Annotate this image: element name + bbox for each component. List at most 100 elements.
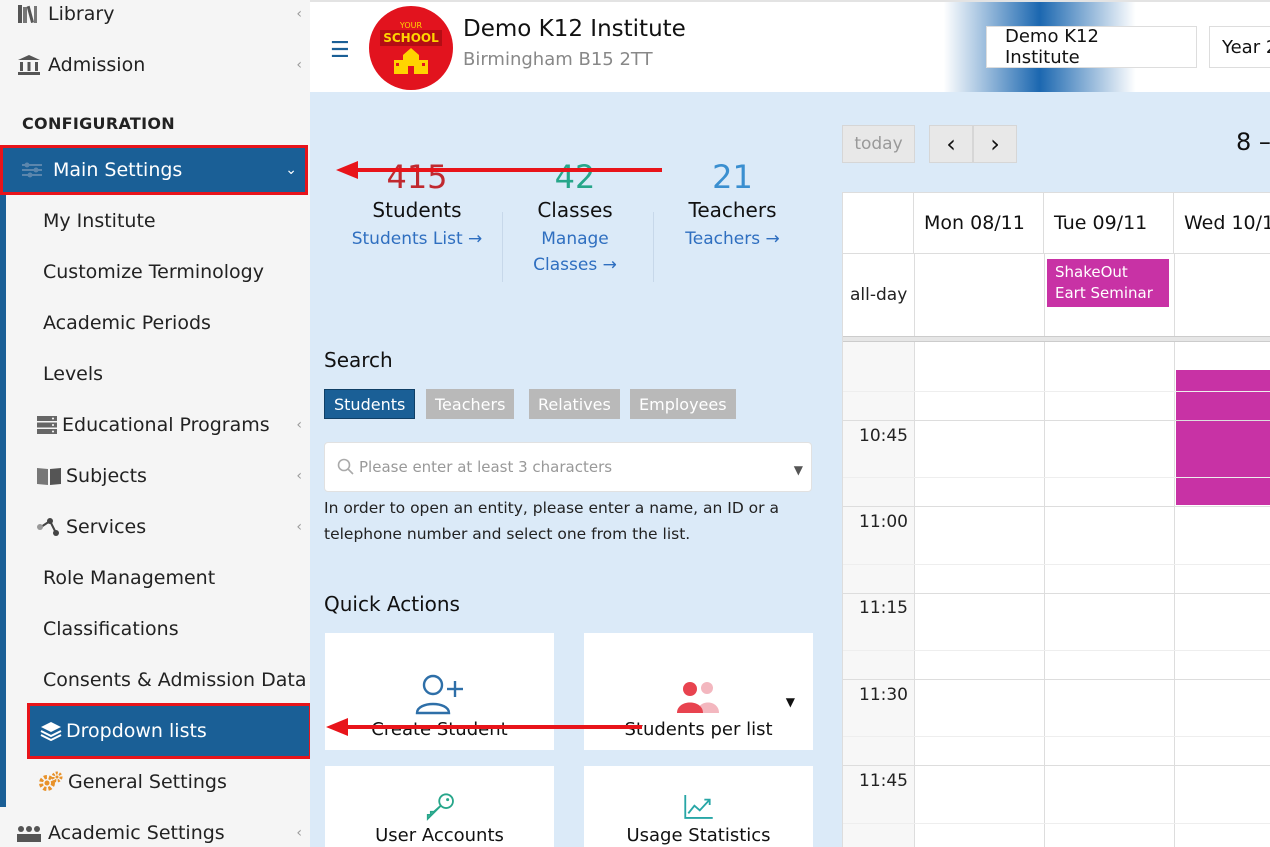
- chart-line-icon: [683, 795, 713, 819]
- library-icon: [14, 3, 44, 25]
- sidebar-item-services[interactable]: Services ‹: [0, 505, 310, 549]
- filter-teachers-button[interactable]: Teachers: [426, 389, 515, 419]
- filter-employees-button[interactable]: Employees: [630, 389, 736, 419]
- year-selector-button[interactable]: Year 2: [1209, 26, 1270, 68]
- caret-down-icon[interactable]: ▼: [786, 695, 795, 709]
- grid-line: [843, 593, 1270, 594]
- sidebar-item-library[interactable]: Library ‹: [0, 0, 310, 36]
- grid-line: [843, 420, 1270, 421]
- filter-relatives-button[interactable]: Relatives: [529, 389, 620, 419]
- stat-number: 21: [712, 158, 753, 196]
- time-label: 11:30: [859, 685, 908, 705]
- chevron-left-icon: ‹: [296, 6, 302, 22]
- create-student-card[interactable]: Create Student: [325, 633, 554, 750]
- stat-classes: 42 Classes Manage Classes →: [510, 158, 640, 278]
- caret-down-icon[interactable]: ▼: [794, 463, 803, 477]
- grid-line: [1174, 253, 1175, 847]
- sidebar-item-classifications[interactable]: Classifications: [0, 607, 310, 651]
- server-icon: [36, 415, 60, 435]
- chevron-left-icon: ‹: [296, 57, 302, 73]
- time-label: 11:00: [859, 512, 908, 532]
- sidebar-item-customize-terminology[interactable]: Customize Terminology: [0, 250, 310, 294]
- sidebar-item-academic-settings[interactable]: Academic Settings ‹: [0, 811, 310, 847]
- stat-label: Teachers: [688, 198, 777, 222]
- sidebar-item-label: Subjects: [66, 465, 147, 487]
- sidebar-item-label: Classifications: [43, 618, 179, 640]
- calendar-day-header[interactable]: Wed 10/1: [1174, 193, 1270, 253]
- calendar-corner: [843, 193, 914, 253]
- chevron-down-icon: ⌄: [285, 162, 297, 178]
- sidebar-item-label: My Institute: [43, 210, 156, 232]
- quick-actions-title: Quick Actions: [324, 592, 460, 616]
- sidebar-item-label: Main Settings: [53, 159, 183, 181]
- sidebar-item-label: Academic Settings: [48, 822, 225, 844]
- annotation-arrow-head: [326, 718, 348, 736]
- users-icon: [676, 682, 719, 713]
- logo-text: YOUR: [399, 20, 423, 30]
- calendar-grid: Mon 08/11 Tue 09/11 Wed 10/1 all-day Sha…: [842, 192, 1270, 847]
- layers-icon: [40, 721, 64, 741]
- calendar-next-button[interactable]: ›: [973, 125, 1017, 163]
- users-icon: [14, 823, 44, 843]
- logo-text: SCHOOL: [380, 29, 442, 46]
- search-placeholder: Please enter at least 3 characters: [359, 458, 613, 476]
- network-icon: [36, 517, 64, 537]
- search-input[interactable]: Please enter at least 3 characters ▼: [324, 442, 812, 492]
- sidebar-item-academic-periods[interactable]: Academic Periods: [0, 301, 310, 345]
- hamburger-menu-icon[interactable]: ☰: [330, 38, 350, 63]
- calendar-prev-button[interactable]: ‹: [929, 125, 973, 163]
- teachers-link[interactable]: Teachers →: [660, 226, 805, 252]
- grid-line: [843, 477, 1270, 478]
- usage-statistics-card[interactable]: Usage Statistics: [584, 766, 813, 847]
- manage-classes-link[interactable]: Manage Classes →: [510, 226, 640, 278]
- dashboard-main: 415 Students Students List → 42 Classes …: [310, 92, 1270, 847]
- annotation-arrow: [346, 725, 642, 729]
- stat-teachers: 21 Teachers Teachers →: [660, 158, 805, 252]
- calendar-event[interactable]: ShakeOut Eart Seminar: [1047, 259, 1169, 307]
- stat-number: 415: [386, 158, 448, 196]
- sidebar-item-label: Customize Terminology: [43, 261, 264, 283]
- school-logo: YOUR SCHOOL: [369, 6, 453, 90]
- calendar-today-button[interactable]: today: [842, 125, 915, 163]
- students-list-link[interactable]: Students List →: [342, 226, 492, 252]
- time-label: 11:45: [859, 771, 908, 791]
- sidebar-item-label: Academic Periods: [43, 312, 211, 334]
- sidebar-item-levels[interactable]: Levels: [0, 352, 310, 396]
- institute-selector-button[interactable]: Demo K12 Institute: [986, 26, 1197, 68]
- time-label: 10:45: [859, 426, 908, 446]
- sidebar-item-consents[interactable]: Consents & Admission Data: [0, 658, 310, 702]
- user-accounts-card[interactable]: User Accounts: [325, 766, 554, 847]
- institute-address: Birmingham B15 2TT: [463, 49, 653, 70]
- chevron-left-icon: ‹: [296, 417, 302, 433]
- search-icon: [337, 458, 354, 475]
- calendar-day-header[interactable]: Tue 09/11: [1044, 193, 1174, 253]
- students-per-list-card[interactable]: Students per list ▼: [584, 633, 813, 750]
- sidebar-item-my-institute[interactable]: My Institute: [0, 199, 310, 243]
- stat-students: 415 Students Students List →: [342, 158, 492, 252]
- card-label: Usage Statistics: [626, 825, 771, 846]
- calendar-day-header[interactable]: Mon 08/11: [914, 193, 1044, 253]
- sidebar-item-admission[interactable]: Admission ‹: [0, 43, 310, 87]
- sidebar-item-dropdown-lists[interactable]: Dropdown lists: [27, 703, 310, 759]
- card-label: Students per list: [624, 719, 773, 740]
- grid-line: [843, 253, 1270, 254]
- grid-line: [843, 564, 1270, 565]
- grid-line: [843, 650, 1270, 651]
- chevron-left-icon: ‹: [296, 468, 302, 484]
- configuration-header: CONFIGURATION: [22, 114, 175, 133]
- sidebar-item-general-settings[interactable]: General Settings: [0, 760, 310, 804]
- sidebar-item-main-settings[interactable]: Main Settings ⌄: [0, 145, 308, 195]
- sidebar-item-role-management[interactable]: Role Management: [0, 556, 310, 600]
- chevron-left-icon: ‹: [296, 519, 302, 535]
- divider: [502, 212, 503, 282]
- sidebar-item-educational-programs[interactable]: Educational Programs ‹: [0, 403, 310, 447]
- add-user-icon: [415, 674, 463, 715]
- time-label: 11:15: [859, 598, 908, 618]
- sidebar-item-label: General Settings: [68, 771, 227, 793]
- stat-label: Students: [372, 198, 462, 222]
- filter-students-button[interactable]: Students: [324, 389, 416, 419]
- link-text: Classes →: [533, 255, 617, 275]
- grid-line: [843, 765, 1270, 766]
- sidebar-item-subjects[interactable]: Subjects ‹: [0, 454, 310, 498]
- grid-line: [843, 823, 1270, 824]
